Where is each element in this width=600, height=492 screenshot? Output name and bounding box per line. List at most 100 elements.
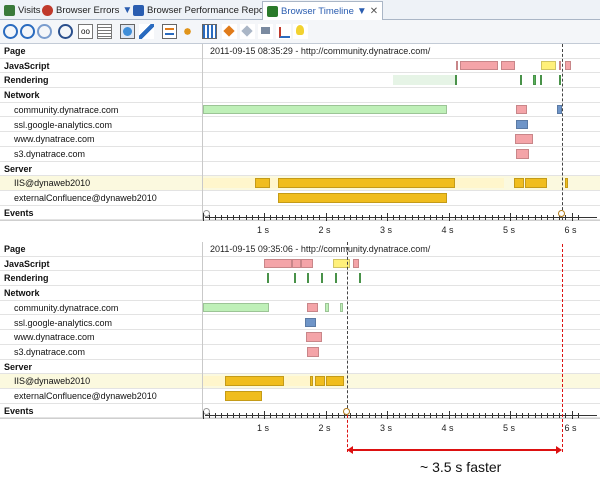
tab-browser-performance-report[interactable]: Browser Performance Report bbox=[133, 2, 270, 18]
tab-browser-errors[interactable]: Browser Errors ▼ bbox=[42, 2, 132, 18]
timeline-bar[interactable] bbox=[307, 346, 320, 357]
settings-icon[interactable] bbox=[180, 24, 195, 39]
timeline-row[interactable]: Network bbox=[0, 286, 600, 301]
timeline-row[interactable]: s3.dynatrace.com bbox=[0, 147, 600, 162]
timeline-bar[interactable] bbox=[500, 60, 515, 71]
timeline-bar[interactable] bbox=[277, 178, 455, 188]
zoom-in-icon[interactable] bbox=[3, 24, 18, 39]
timeline-row[interactable]: www.dynatrace.com bbox=[0, 132, 600, 147]
timeline-bar[interactable] bbox=[393, 75, 455, 86]
timeline-bar[interactable] bbox=[514, 178, 524, 188]
timeline-bar[interactable] bbox=[324, 302, 329, 313]
timeline-bar[interactable] bbox=[514, 134, 534, 144]
editor-tab-bar: Visits Browser Errors ▼ Browser Performa… bbox=[0, 0, 600, 20]
timeline-bar[interactable] bbox=[565, 178, 569, 188]
row-label: JavaScript bbox=[4, 60, 50, 71]
timeline-bar[interactable] bbox=[321, 273, 324, 284]
timeline-bar[interactable] bbox=[307, 302, 319, 313]
column-divider[interactable] bbox=[202, 44, 203, 221]
timeline-bar[interactable] bbox=[459, 60, 498, 71]
timeline-row[interactable]: www.dynatrace.com bbox=[0, 330, 600, 345]
axis-tick bbox=[325, 411, 327, 420]
timeline-bar[interactable] bbox=[254, 178, 270, 188]
timeline-bar[interactable] bbox=[293, 273, 296, 284]
timeline-bar[interactable] bbox=[565, 60, 572, 71]
timeline-bar[interactable] bbox=[525, 178, 547, 188]
axis-tick bbox=[399, 215, 401, 221]
timeline-bar[interactable] bbox=[325, 376, 344, 386]
axis-tick bbox=[454, 215, 456, 221]
zoom-reset-icon[interactable] bbox=[37, 24, 52, 39]
timeline-bar[interactable] bbox=[515, 119, 529, 130]
timeline-bar[interactable] bbox=[454, 75, 457, 86]
timeline-bar[interactable] bbox=[307, 273, 310, 284]
axis-tick bbox=[473, 215, 475, 221]
axis-tick bbox=[202, 411, 204, 420]
timeline-bar[interactable] bbox=[515, 104, 527, 115]
tab-browser-timeline[interactable]: Browser Timeline ▼ ✕ bbox=[262, 1, 384, 20]
globe-toggle-icon[interactable] bbox=[120, 24, 135, 39]
tag-icon[interactable] bbox=[222, 24, 237, 39]
filter-icon[interactable]: ▼ bbox=[357, 6, 367, 17]
axis-tick-label: 4 s bbox=[441, 225, 454, 236]
axis-tick bbox=[485, 215, 487, 221]
timeline-row[interactable]: community.dynatrace.com bbox=[0, 301, 600, 316]
tab-visits[interactable]: Visits bbox=[4, 2, 41, 18]
onload-event-icon[interactable] bbox=[557, 209, 565, 217]
axis-tick-label: 5 s bbox=[503, 423, 516, 434]
timeline-bar[interactable] bbox=[305, 317, 316, 328]
onload-event-icon[interactable] bbox=[343, 407, 351, 415]
timeline-bar[interactable] bbox=[202, 302, 269, 313]
close-icon[interactable]: ✕ bbox=[370, 6, 378, 17]
timeline-bar[interactable] bbox=[515, 148, 530, 159]
details-icon[interactable]: oo bbox=[78, 24, 93, 39]
lightbulb-icon[interactable] bbox=[293, 24, 308, 39]
timeline-bar[interactable] bbox=[264, 258, 292, 269]
timeline-bar[interactable] bbox=[353, 258, 360, 269]
timeline-bar[interactable] bbox=[291, 258, 301, 269]
timeline-bar[interactable] bbox=[315, 376, 326, 386]
timeline-row[interactable]: Rendering bbox=[0, 73, 600, 89]
axis-tick bbox=[239, 215, 241, 221]
timeline-bar[interactable] bbox=[277, 193, 448, 203]
timeline-bar[interactable] bbox=[225, 376, 284, 386]
timeline-row[interactable]: Server bbox=[0, 162, 600, 177]
grid-icon[interactable] bbox=[202, 24, 217, 39]
speedup-arrow bbox=[349, 449, 560, 451]
timeline-bar[interactable] bbox=[334, 273, 337, 284]
timeline-bar[interactable] bbox=[202, 104, 448, 115]
timeline-bar[interactable] bbox=[225, 391, 262, 401]
timeline-bar[interactable] bbox=[540, 60, 557, 71]
timeline-bar[interactable] bbox=[533, 75, 536, 86]
timeline-bar[interactable] bbox=[519, 75, 522, 86]
page-timestamp-url: 2011-09-15 09:35:06 - http://community.d… bbox=[210, 244, 431, 254]
list-icon[interactable] bbox=[97, 24, 112, 39]
timeline-row[interactable]: Network bbox=[0, 88, 600, 103]
chart-line-icon[interactable] bbox=[276, 24, 291, 39]
timeline-row[interactable]: Server bbox=[0, 360, 600, 375]
timeline-bar[interactable] bbox=[456, 60, 459, 71]
timeline-bar[interactable] bbox=[359, 273, 362, 284]
timeline-bar[interactable] bbox=[267, 273, 270, 284]
timeline-row[interactable]: s3.dynatrace.com bbox=[0, 345, 600, 360]
axis-tick bbox=[214, 215, 216, 221]
timeline-row[interactable]: ssl.google-analytics.com bbox=[0, 118, 600, 133]
timeline-bar[interactable] bbox=[539, 75, 542, 86]
pencil-icon[interactable] bbox=[139, 24, 154, 39]
filter-icon[interactable]: ▼ bbox=[122, 5, 132, 16]
timeline-row[interactable]: externalConfluence@dynaweb2010 bbox=[0, 389, 600, 404]
chart-toggle-icon[interactable] bbox=[162, 24, 177, 39]
timeline-row[interactable]: ssl.google-analytics.com bbox=[0, 316, 600, 331]
timeline-row[interactable]: Rendering bbox=[0, 271, 600, 287]
axis-tick bbox=[239, 413, 241, 419]
tags-icon[interactable] bbox=[240, 24, 255, 39]
page-timestamp-url: 2011-09-15 08:35:29 - http://community.d… bbox=[210, 46, 431, 56]
column-divider[interactable] bbox=[202, 242, 203, 419]
timeline-bar[interactable] bbox=[310, 376, 314, 386]
timeline-bar[interactable] bbox=[300, 258, 314, 269]
timeline-bar[interactable] bbox=[305, 332, 323, 342]
timeline-bar[interactable] bbox=[339, 302, 344, 313]
export-icon[interactable] bbox=[258, 24, 273, 39]
zoom-out-icon[interactable] bbox=[20, 24, 35, 39]
clock-icon[interactable] bbox=[58, 24, 73, 39]
